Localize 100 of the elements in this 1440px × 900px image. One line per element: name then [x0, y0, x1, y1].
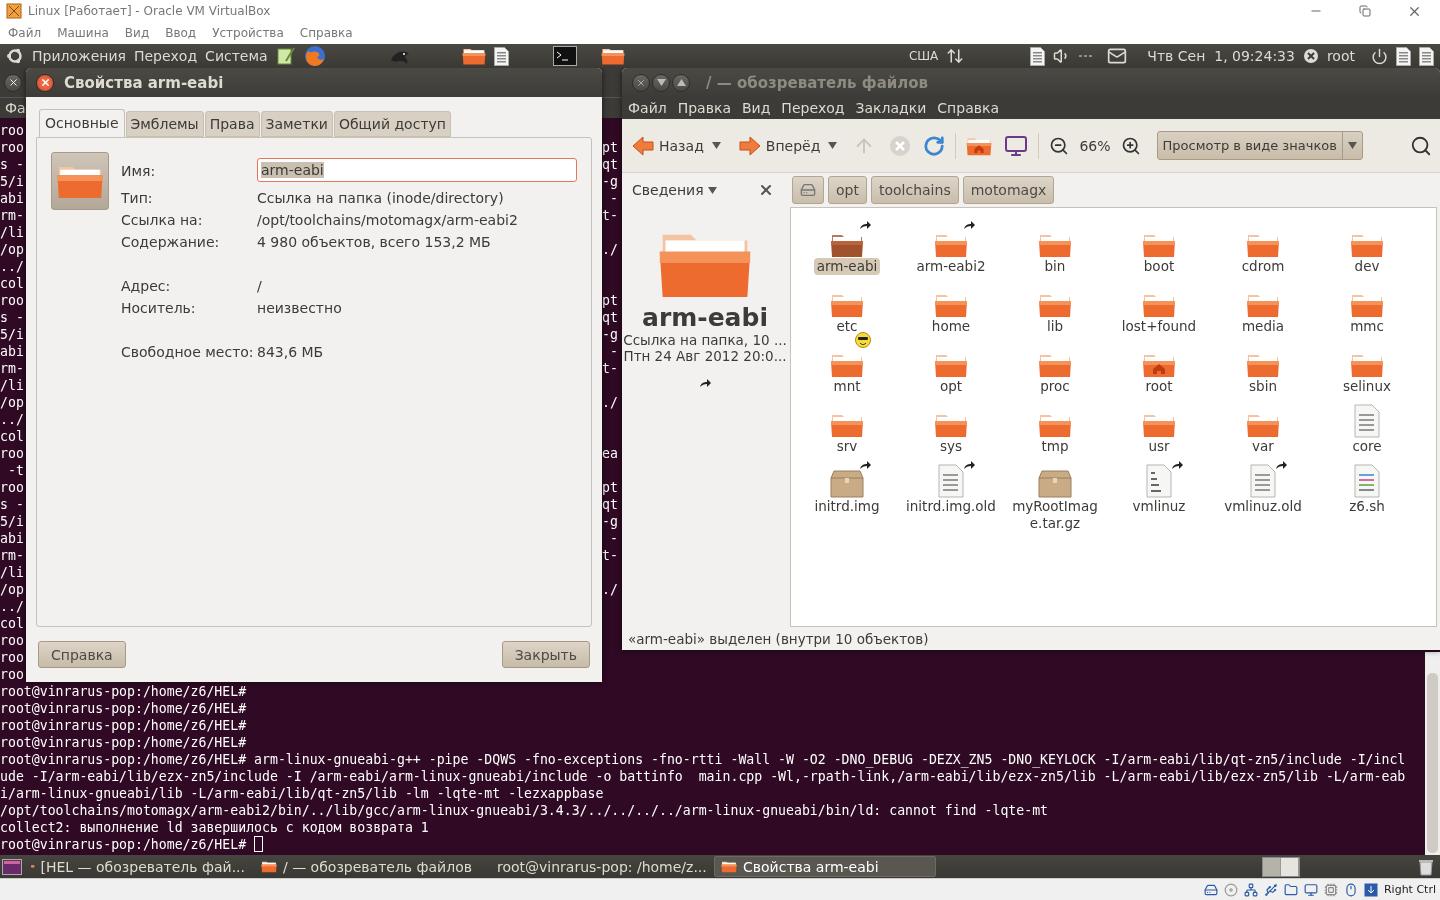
mouse-icon[interactable] — [1343, 882, 1358, 897]
taskbar-item[interactable]: [HEL — обозреватель фай... — [24, 856, 252, 877]
computer-icon[interactable] — [1004, 133, 1029, 158]
minimize-button[interactable] — [652, 73, 670, 92]
file-item[interactable]: bin — [1041, 258, 1069, 275]
file-item[interactable]: srv — [833, 438, 861, 455]
taskbar-item[interactable]: root@vinrarus-pop: /home/z... — [484, 856, 712, 877]
usb-icon[interactable] — [1263, 882, 1278, 897]
file-item[interactable]: root — [1142, 378, 1176, 395]
file-item[interactable]: core — [1349, 438, 1385, 455]
file-item[interactable]: opt — [936, 378, 966, 395]
file-item[interactable]: initrd.img.old — [903, 498, 999, 515]
file-item[interactable]: boot — [1140, 258, 1178, 275]
document-icon[interactable] — [1396, 46, 1411, 66]
menu-item[interactable]: Фа — [5, 100, 26, 116]
menu-item[interactable]: Справка — [299, 26, 353, 40]
help-button[interactable]: Справка — [38, 641, 126, 668]
sidebar-title[interactable]: Сведения — [632, 182, 704, 198]
file-item[interactable]: usr — [1145, 438, 1173, 455]
menu-item[interactable]: Вид — [124, 26, 150, 40]
mail-icon[interactable] — [1107, 46, 1128, 66]
search-icon[interactable] — [1410, 134, 1432, 157]
tab[interactable]: Эмблемы — [125, 111, 204, 137]
ubuntu-logo-icon[interactable] — [6, 47, 24, 65]
panel-menu[interactable]: Приложения — [32, 48, 126, 64]
file-item[interactable]: tmp — [1038, 438, 1072, 455]
file-item[interactable]: arm-eabi — [813, 258, 881, 275]
zoom-in-icon[interactable] — [1120, 135, 1141, 156]
panel-menu[interactable]: Система — [205, 48, 268, 64]
tab[interactable]: Заметки — [260, 111, 333, 137]
close-button[interactable] — [632, 73, 650, 92]
menu-item[interactable]: Закладки — [855, 100, 927, 116]
text-editor-icon[interactable] — [275, 46, 296, 66]
file-item[interactable]: sys — [936, 438, 966, 455]
panel-menu[interactable]: Переход — [133, 48, 198, 64]
file-item[interactable]: vmlinuz.old — [1221, 498, 1305, 515]
scrollbar[interactable] — [1425, 652, 1440, 855]
display-icon[interactable] — [1303, 882, 1318, 897]
clock[interactable]: Чтв Сен 1, 09:24:33 — [1147, 48, 1295, 64]
menu-item[interactable]: Переход — [781, 100, 845, 116]
file-item[interactable]: var — [1249, 438, 1277, 455]
file-item[interactable]: media — [1238, 318, 1288, 335]
file-item[interactable]: z6.sh — [1346, 498, 1388, 515]
file-item[interactable]: initrd.img — [811, 498, 883, 515]
user-name[interactable]: root — [1326, 48, 1355, 64]
zoom-out-icon[interactable] — [1049, 135, 1070, 156]
trash-icon[interactable] — [1418, 857, 1434, 876]
file-item[interactable]: sbin — [1246, 378, 1280, 395]
path-button[interactable] — [792, 176, 824, 204]
notes-icon[interactable] — [1030, 46, 1046, 66]
path-button[interactable]: toolchains — [870, 176, 959, 204]
restore-icon[interactable] — [1359, 5, 1371, 17]
close-button[interactable] — [36, 73, 54, 92]
menu-item[interactable]: Устройства — [212, 26, 284, 40]
power-icon[interactable] — [1371, 47, 1388, 65]
file-item[interactable]: cdrom — [1238, 258, 1288, 275]
document-icon[interactable] — [493, 46, 509, 66]
file-item[interactable]: home — [928, 318, 974, 335]
taskbar-item[interactable]: / — обозреватель файлов — [254, 856, 482, 877]
file-item[interactable]: lost+found — [1118, 318, 1200, 335]
workspace-switcher[interactable] — [1262, 856, 1300, 877]
terminal-icon[interactable] — [552, 46, 577, 66]
reload-icon[interactable] — [923, 134, 946, 157]
tab[interactable]: Общий доступ — [333, 111, 451, 137]
view-mode-select[interactable]: Просмотр в виде значков — [1156, 131, 1363, 160]
path-button[interactable]: opt — [828, 176, 867, 204]
file-item[interactable]: selinux — [1340, 378, 1394, 395]
user-status-icon[interactable] — [1302, 48, 1319, 64]
file-item[interactable]: lib — [1043, 318, 1067, 335]
taskbar-item[interactable]: Свойства arm-eabi — [714, 856, 936, 877]
menu-item[interactable]: Машина — [57, 26, 109, 40]
menu-item[interactable]: Правка — [677, 100, 731, 116]
network-icon[interactable] — [946, 47, 965, 65]
file-item[interactable]: myRootImage.tar.gz — [1006, 498, 1104, 532]
tab[interactable]: Права — [204, 111, 260, 137]
close-icon[interactable] — [758, 182, 774, 198]
document-icon[interactable] — [1419, 46, 1434, 66]
name-field[interactable]: arm-eabi — [257, 158, 577, 182]
tab[interactable]: Основные — [39, 109, 125, 137]
file-item[interactable]: arm-eabi2 — [913, 258, 989, 275]
menu-item[interactable]: Файл — [8, 26, 42, 40]
file-item[interactable]: etc — [833, 318, 861, 335]
file-item[interactable]: dev — [1351, 258, 1383, 275]
file-item[interactable]: mnt — [830, 378, 864, 395]
forward-button[interactable]: Вперёд — [736, 130, 823, 161]
file-item[interactable]: proc — [1037, 378, 1073, 395]
file-item[interactable]: mmc — [1347, 318, 1387, 335]
show-desktop-icon[interactable] — [2, 858, 22, 875]
close-button[interactable] — [4, 73, 22, 92]
browser-icon[interactable] — [303, 45, 326, 67]
back-button[interactable]: Назад — [630, 130, 706, 161]
menu-item[interactable]: Справка — [937, 100, 999, 116]
menu-item[interactable]: Ввод — [165, 26, 197, 40]
path-button[interactable]: motomagx — [962, 176, 1055, 204]
menu-item[interactable]: Файл — [628, 100, 667, 116]
cpu-icon[interactable] — [1323, 882, 1338, 897]
network-icon[interactable] — [1243, 882, 1258, 897]
close-button[interactable]: Закрыть — [501, 641, 590, 668]
file-item[interactable]: vmlinuz — [1129, 498, 1189, 515]
maximize-button[interactable] — [672, 73, 690, 92]
